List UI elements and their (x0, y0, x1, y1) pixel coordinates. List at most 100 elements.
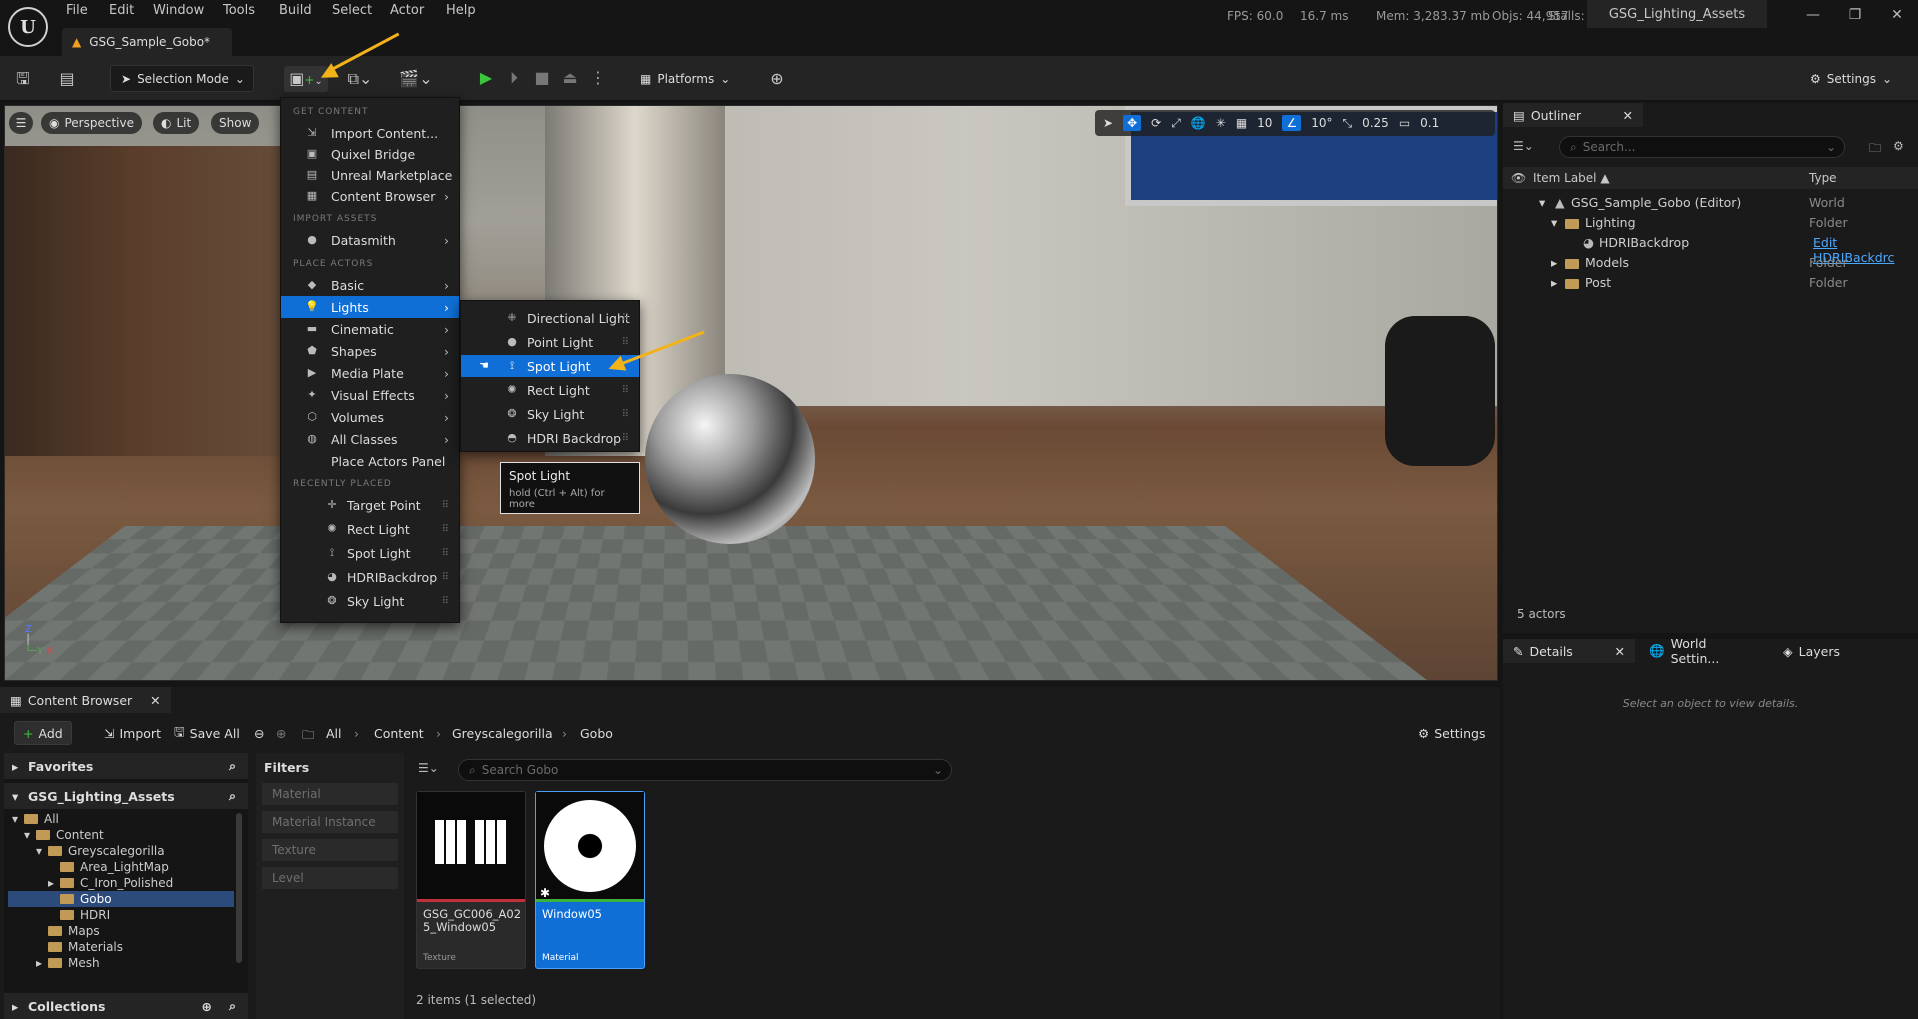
drag-grip-icon[interactable]: ⠿ (442, 524, 449, 535)
tree-scrollbar[interactable] (236, 813, 242, 963)
close-icon[interactable]: ✕ (150, 693, 160, 708)
cinematics-button[interactable]: 🎬⌄ (396, 66, 436, 92)
platforms-dropdown[interactable]: ▦ Platforms ⌄ (640, 65, 740, 92)
menu-volumes[interactable]: ⬡ Volumes › (281, 406, 459, 428)
grid-snap-value[interactable]: 10 (1257, 116, 1272, 130)
menu-basic[interactable]: ◆ Basic › (281, 274, 459, 296)
source-control-icon[interactable]: ⊕ (764, 66, 790, 92)
camera-speed-value[interactable]: 0.1 (1420, 116, 1439, 130)
search-icon[interactable]: ⌕ (229, 998, 236, 1014)
filter-level[interactable]: Level (262, 867, 398, 889)
add-button[interactable]: + Add (14, 721, 72, 745)
scale-snap-icon[interactable]: ⤡ (1342, 116, 1352, 131)
project-header[interactable]: ▾ GSG_Lighting_Assets ⌕ (4, 783, 248, 809)
tree-mesh[interactable]: ▸ Mesh (36, 955, 234, 971)
submenu-point-light[interactable]: ● Point Light ⠿ (461, 331, 639, 353)
level-tab[interactable]: ▲ GSG_Sample_Gobo* (62, 28, 232, 56)
viewport-menu-icon[interactable]: ☰ (9, 112, 33, 134)
angle-snap-value[interactable]: 10° (1311, 116, 1332, 130)
outliner-row-models[interactable]: ▸ Models Folder (1503, 253, 1918, 273)
outliner-row-lighting[interactable]: ▾ Lighting Folder (1503, 213, 1918, 233)
drag-grip-icon[interactable]: ⠿ (442, 548, 449, 559)
column-item-label[interactable]: Item Label ▲ (1533, 171, 1610, 185)
menu-quixel-bridge[interactable]: ▣ Quixel Bridge (281, 143, 459, 165)
step-icon[interactable]: ⏵ (504, 68, 524, 88)
minimize-icon[interactable]: — (1798, 4, 1828, 26)
submenu-sky-light[interactable]: ❂ Sky Light ⠿ (461, 403, 639, 425)
search-icon[interactable]: ⌕ (229, 788, 236, 804)
play-icon[interactable]: ▶ (476, 68, 496, 88)
menu-build[interactable]: Build (279, 3, 312, 18)
menu-datasmith[interactable]: ● Datasmith › (281, 229, 459, 251)
close-icon[interactable]: ✕ (1623, 108, 1633, 123)
browse-level-icon[interactable]: ▤ (54, 66, 80, 92)
move-tool-icon[interactable]: ✥ (1123, 115, 1142, 131)
menu-edit[interactable]: Edit (109, 3, 134, 18)
close-icon[interactable]: ✕ (1615, 644, 1625, 659)
level-viewport[interactable]: ☰ ◉ Perspective ◐ Lit Show ➤ ✥ ⟳ ⤢ 🌐 ✳ ▦ 1… (4, 105, 1498, 681)
tree-c-iron-polished[interactable]: ▸ C_Iron_Polished (48, 875, 234, 891)
back-icon[interactable]: ⊖ (254, 726, 264, 741)
grid-snap-icon[interactable]: ▦ (1236, 116, 1247, 130)
submenu-directional-light[interactable]: ⁜ Directional Light ⠿ (461, 307, 639, 329)
collections-header[interactable]: ▸ Collections ⊕ ⌕ (4, 993, 248, 1019)
content-browser-tab[interactable]: ▦ Content Browser ✕ (0, 687, 171, 713)
selection-mode-dropdown[interactable]: ➤ Selection Mode ⌄ (110, 65, 254, 92)
menu-place-actors-panel[interactable]: Place Actors Panel (281, 450, 459, 472)
details-tab[interactable]: ✎ Details ✕ (1503, 639, 1635, 663)
search-icon[interactable]: ⌕ (229, 758, 236, 774)
column-type[interactable]: Type (1809, 171, 1837, 185)
select-tool-icon[interactable]: ➤ (1103, 116, 1113, 130)
show-button[interactable]: Show (211, 112, 260, 134)
tree-gobo[interactable]: Gobo (8, 891, 234, 907)
eject-icon[interactable]: ⏏ (560, 68, 580, 88)
world-settings-tab[interactable]: 🌐 World Settin... (1639, 636, 1769, 666)
filter-icon[interactable]: ☰⌄ (418, 761, 439, 775)
outliner-row-hdribackdrop[interactable]: ◕ HDRIBackdrop Edit HDRIBackdrc (1503, 233, 1918, 265)
breadcrumb-all[interactable]: All (326, 726, 342, 741)
rotate-tool-icon[interactable]: ⟳ (1151, 116, 1161, 130)
favorites-header[interactable]: ▸ Favorites ⌕ (4, 753, 248, 779)
visibility-icon[interactable]: 👁 (1511, 171, 1526, 185)
drag-grip-icon[interactable]: ⠿ (622, 337, 629, 348)
forward-icon[interactable]: ⊕ (276, 726, 286, 741)
submenu-rect-light[interactable]: ✺ Rect Light ⠿ (461, 379, 639, 401)
filter-icon[interactable]: ☰⌄ (1513, 139, 1534, 153)
outliner-row-post[interactable]: ▸ Post Folder (1503, 273, 1918, 293)
drag-grip-icon[interactable]: ⠿ (442, 596, 449, 607)
drag-grip-icon[interactable]: ⠿ (442, 572, 449, 583)
add-folder-icon[interactable]: 🗀 (1869, 139, 1881, 160)
expand-icon[interactable]: ▸ (1551, 255, 1557, 270)
tree-area-lightmap[interactable]: Area_LightMap (48, 859, 234, 875)
scale-tool-icon[interactable]: ⤢ (1171, 116, 1181, 131)
drag-grip-icon[interactable]: ⠿ (622, 313, 629, 324)
recent-target-point[interactable]: ✛ Target Point ⠿ (281, 494, 459, 516)
tree-all[interactable]: ▾ All (12, 811, 234, 827)
menu-file[interactable]: File (66, 3, 88, 18)
expand-icon[interactable]: ▾ (1539, 195, 1545, 210)
recent-spot-light[interactable]: ⟟ Spot Light ⠿ (281, 542, 459, 564)
blueprint-button[interactable]: ⧉⌄ (340, 66, 380, 92)
stop-icon[interactable]: ■ (532, 68, 552, 88)
save-all-button[interactable]: 🖫 Save All (166, 721, 248, 745)
menu-media-plate[interactable]: ▶ Media Plate › (281, 362, 459, 384)
menu-cinematic[interactable]: ▬ Cinematic › (281, 318, 459, 340)
unreal-logo-icon[interactable]: U (8, 7, 48, 47)
filter-material-instance[interactable]: Material Instance (262, 811, 398, 833)
menu-help[interactable]: Help (446, 3, 476, 18)
menu-all-classes[interactable]: ◍ All Classes › (281, 428, 459, 450)
perspective-button[interactable]: ◉ Perspective (41, 112, 142, 134)
menu-unreal-marketplace[interactable]: ▤ Unreal Marketplace (281, 164, 459, 186)
scale-snap-value[interactable]: 0.25 (1362, 116, 1389, 130)
settings-dropdown[interactable]: ⚙ Settings ⌄ (1810, 65, 1910, 92)
menu-tools[interactable]: Tools (223, 3, 255, 18)
outliner-row-world[interactable]: ▾ ▲ GSG_Sample_Gobo (Editor) World (1503, 193, 1918, 213)
submenu-hdri-backdrop[interactable]: ◓ HDRI Backdrop ⠿ (461, 427, 639, 449)
menu-visual-effects[interactable]: ✦ Visual Effects › (281, 384, 459, 406)
menu-content-browser[interactable]: ▦ Content Browser › (281, 185, 459, 207)
menu-window[interactable]: Window (153, 3, 204, 18)
filter-texture[interactable]: Texture (262, 839, 398, 861)
cb-settings-button[interactable]: ⚙ Settings (1410, 721, 1494, 745)
drag-grip-icon[interactable]: ⠿ (622, 385, 629, 396)
outliner-search-input[interactable]: ⌕ Search... ⌄ (1559, 136, 1845, 158)
